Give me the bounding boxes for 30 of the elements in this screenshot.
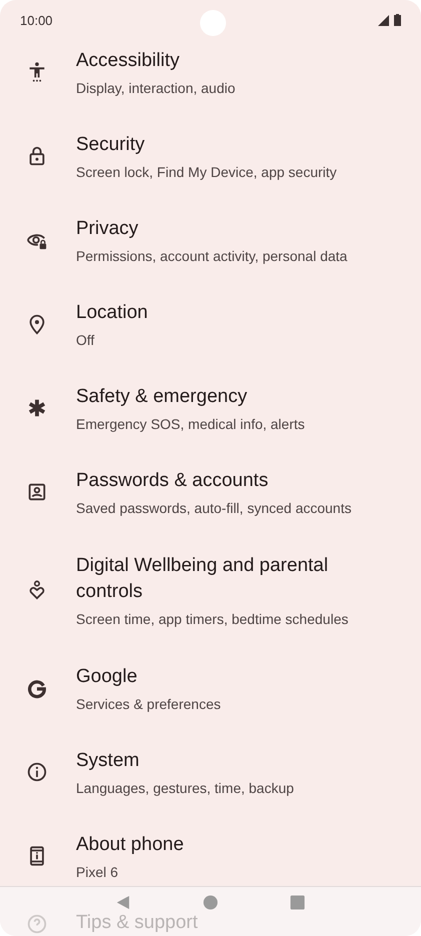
status-time: 10:00	[20, 12, 53, 28]
item-subtitle: Emergency SOS, medical info, alerts	[76, 414, 305, 432]
item-subtitle: Languages, gestures, time, backup	[76, 778, 294, 796]
back-icon[interactable]	[116, 895, 131, 910]
item-subtitle: Screen lock, Find My Device, app security	[76, 162, 337, 180]
item-subtitle: Services & preferences	[76, 694, 221, 712]
item-title: Passwords & accounts	[76, 468, 270, 492]
asterisk-icon	[26, 397, 48, 419]
item-title: Security	[76, 132, 146, 156]
recents-icon[interactable]	[290, 895, 305, 910]
item-title: Tips & support	[76, 913, 198, 933]
home-icon[interactable]	[203, 895, 218, 910]
item-title: Location	[76, 300, 148, 324]
account-card-icon	[26, 481, 48, 503]
item-subtitle: Saved passwords, auto-fill, synced accounts	[76, 498, 352, 516]
item-title: Google	[76, 664, 138, 688]
item-subtitle: Permissions, account activity, personal data	[76, 246, 348, 264]
item-title: System	[76, 748, 140, 772]
battery-icon	[394, 14, 401, 26]
item-subtitle: Pixel 6	[76, 862, 120, 880]
item-title: Accessibility	[76, 48, 180, 72]
info-icon	[26, 761, 48, 783]
item-title: Safety & emergency	[76, 384, 248, 408]
item-subtitle: Off	[76, 330, 96, 348]
signal-icon	[378, 14, 389, 26]
item-subtitle: Screen time, app timers, bedtime schedules	[76, 610, 350, 628]
item-subtitle: Display, interaction, audio	[76, 78, 236, 96]
item-title: About phone	[76, 832, 184, 856]
item-title: Privacy	[76, 216, 140, 240]
item-title: Digital Wellbeing and parental controls	[76, 554, 330, 604]
